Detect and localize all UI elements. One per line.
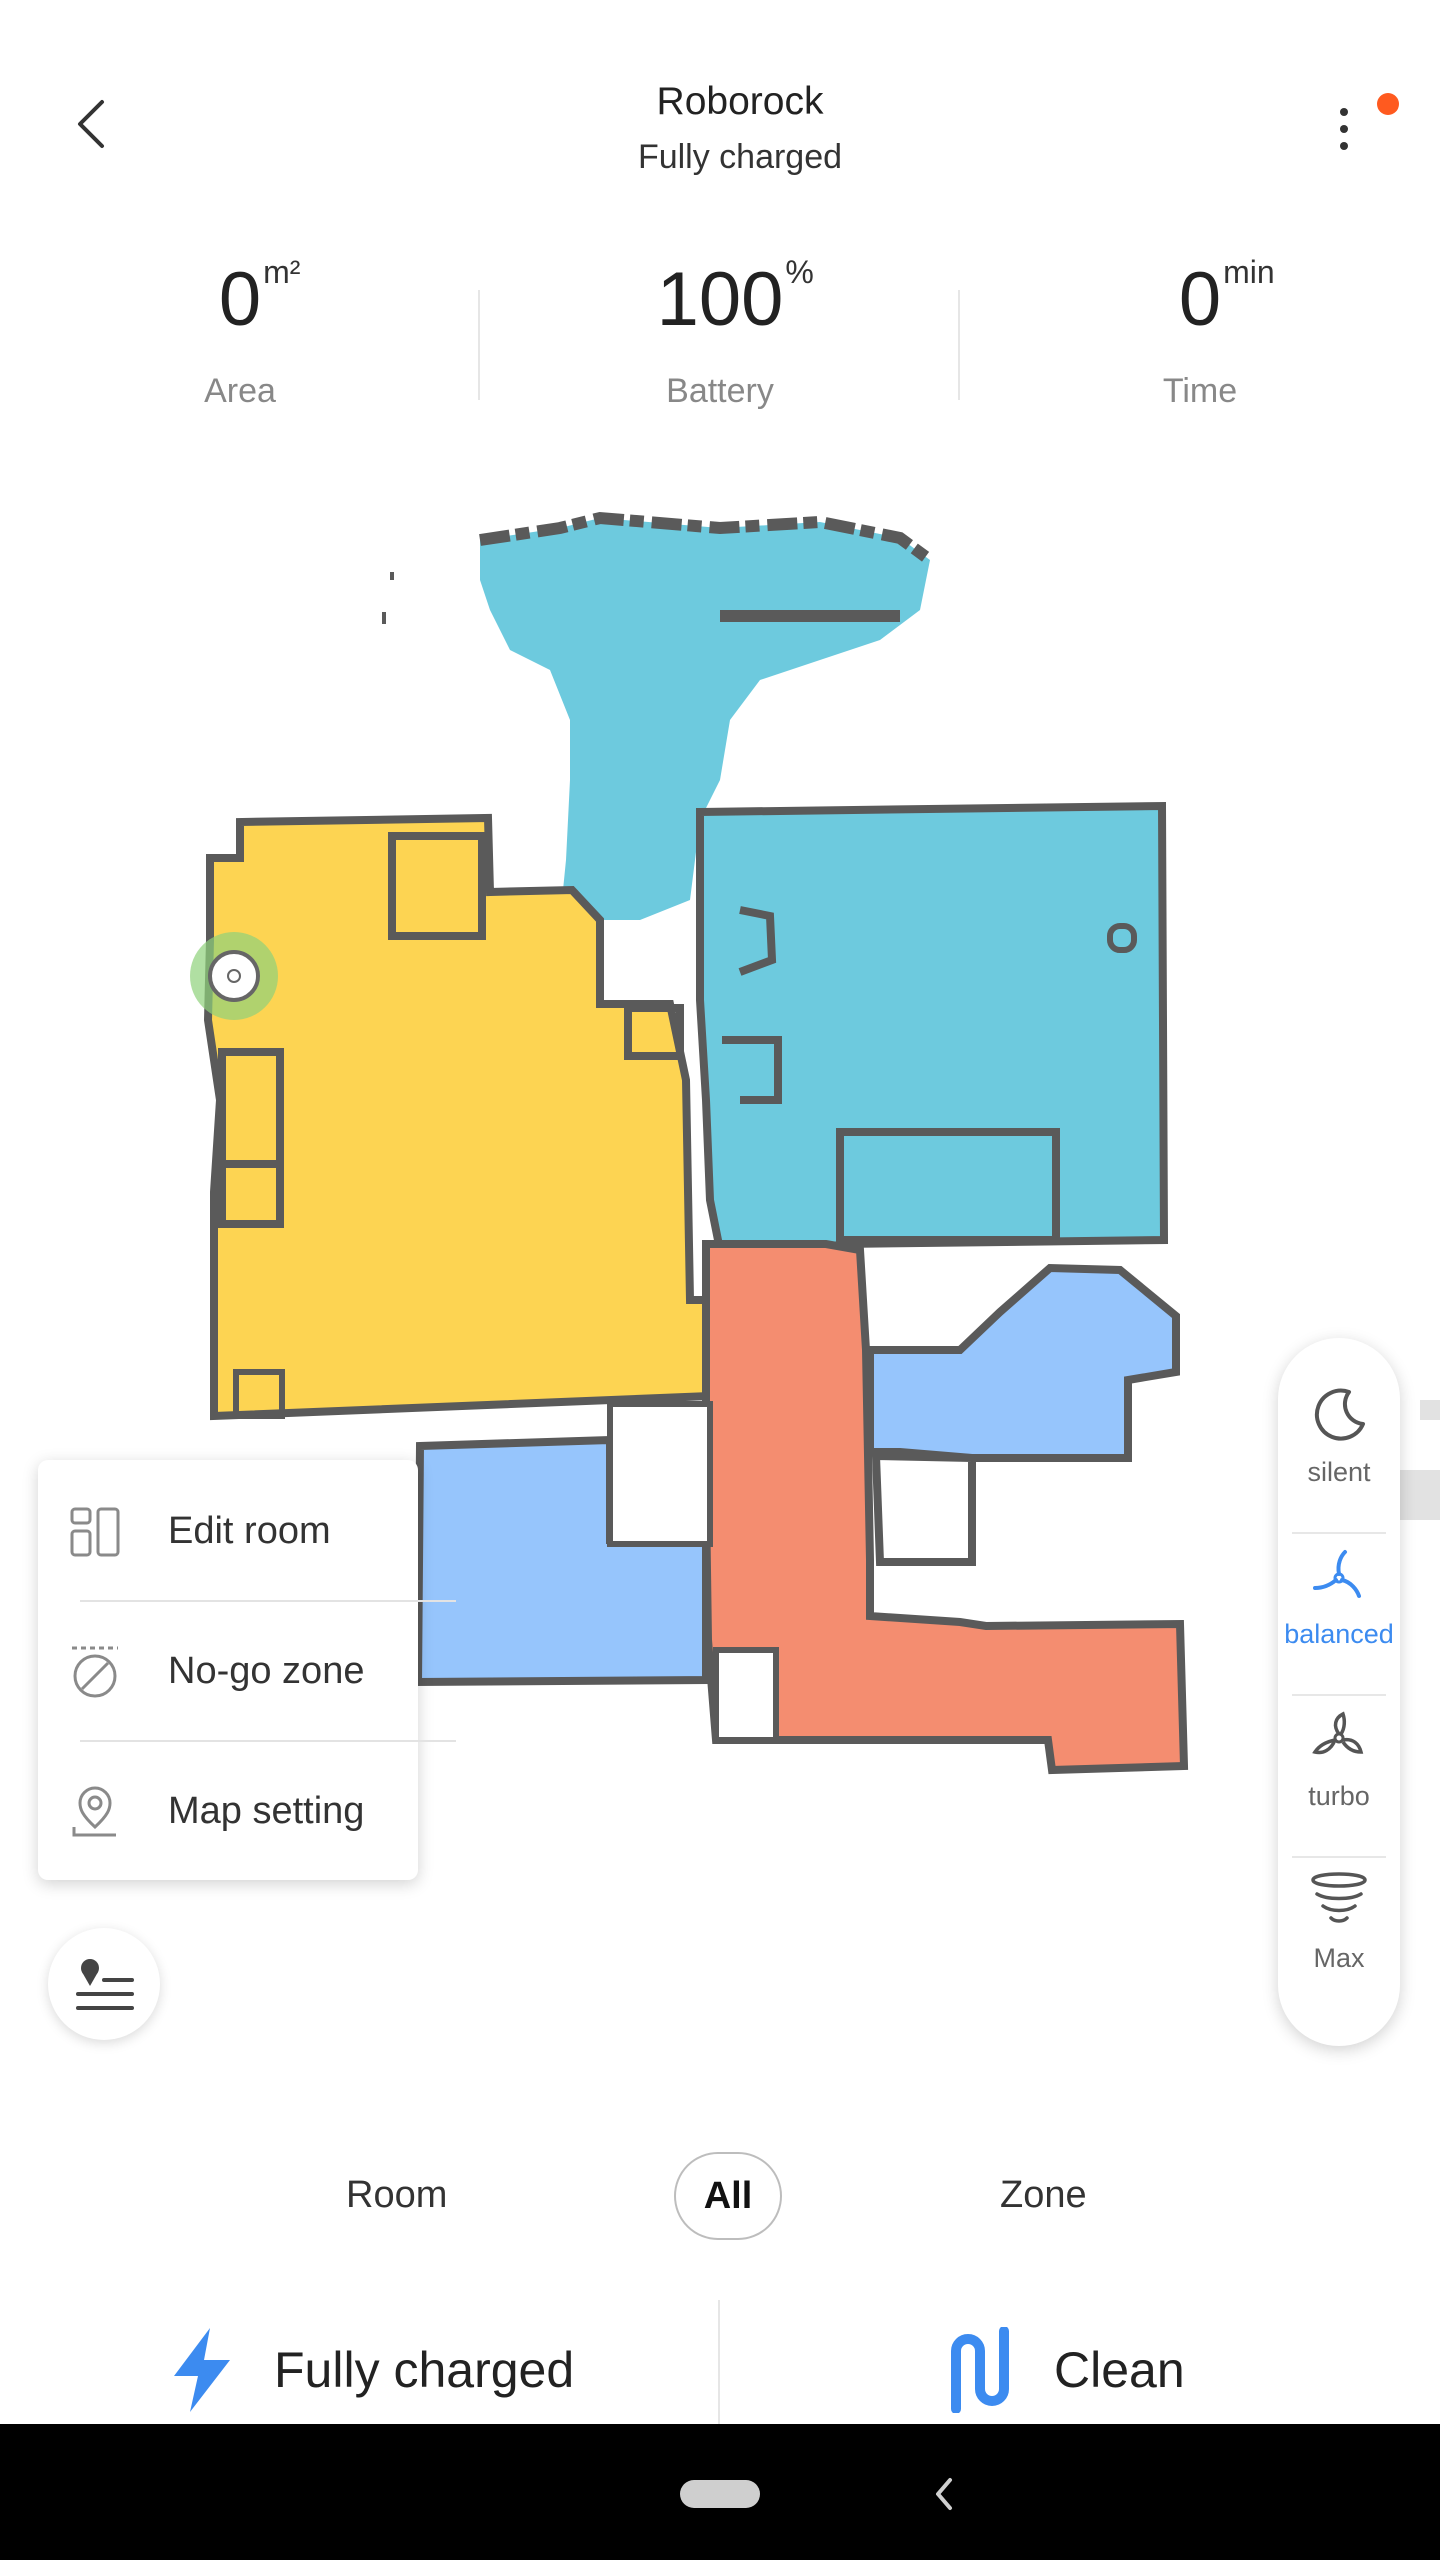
home-pill-button[interactable] <box>680 2480 760 2508</box>
stat-area-value: 0 m² <box>218 254 301 342</box>
nav-back-icon[interactable] <box>930 2474 958 2514</box>
more-vertical-icon <box>1340 108 1348 150</box>
suction-mode-balanced[interactable]: balanced <box>1278 1516 1400 1676</box>
action-divider <box>718 2300 720 2436</box>
suction-mode-turbo[interactable]: turbo <box>1278 1678 1400 1838</box>
menu-item-no-go-zone[interactable]: No-go zone <box>38 1600 418 1740</box>
stat-area-label: Area <box>204 372 276 410</box>
notification-dot <box>1377 93 1399 115</box>
stat-time-unit: min <box>1223 254 1275 290</box>
stat-time: 0 min Time <box>960 254 1440 411</box>
menu-label-no-go-zone: No-go zone <box>168 1650 365 1692</box>
stat-battery-unit: % <box>785 254 814 290</box>
suction-power-panel: silent balanced turbo Max <box>1278 1338 1400 2046</box>
device-status: Fully charged <box>637 138 843 176</box>
tornado-icon <box>1311 1872 1367 1923</box>
dock-label: Fully charged <box>274 2342 575 2398</box>
tab-all[interactable]: All <box>674 2152 782 2240</box>
stat-time-label: Time <box>1162 372 1238 410</box>
clean-path-icon <box>951 2327 1009 2413</box>
map-menu: Edit room No-go zone Map setting <box>38 1460 456 1880</box>
no-go-zone-icon <box>72 1646 118 1698</box>
suction-mode-silent[interactable]: silent <box>1278 1354 1400 1514</box>
room-cyan-large[interactable] <box>696 801 1169 1254</box>
menu-item-map-setting[interactable]: Map setting <box>38 1740 418 1880</box>
lightning-icon <box>174 2328 230 2412</box>
map-setting-icon <box>72 1786 116 1837</box>
suction-mode-max[interactable]: Max <box>1278 1840 1400 2000</box>
suction-label-balanced: balanced <box>1284 1619 1394 1649</box>
moon-icon <box>1314 1388 1365 1441</box>
dock-button[interactable]: Fully charged <box>168 2328 575 2412</box>
fan-turbo-icon <box>1312 1711 1364 1755</box>
edit-room-icon <box>70 1507 120 1557</box>
clean-button[interactable]: Clean <box>946 2327 1185 2413</box>
fan-icon <box>1313 1550 1361 1598</box>
map-list-icon <box>76 1959 134 2010</box>
room-light-blue-right[interactable] <box>866 1263 1180 1566</box>
stat-battery-value: 100% <box>656 254 814 342</box>
suction-label-silent: silent <box>1307 1457 1371 1487</box>
stat-time-value: 0 min <box>1178 254 1275 342</box>
clean-label: Clean <box>1054 2342 1185 2398</box>
tab-room[interactable]: Room <box>346 2174 447 2217</box>
more-options-button[interactable] <box>1316 96 1372 160</box>
suction-label-max: Max <box>1313 1943 1365 1973</box>
stat-area: 0 m² Area <box>0 254 480 411</box>
map-options-button[interactable] <box>48 1928 160 2040</box>
menu-item-edit-room[interactable]: Edit room <box>38 1460 418 1600</box>
stat-area-unit: m² <box>263 254 301 290</box>
stat-battery: 100% Battery <box>480 254 960 411</box>
device-title: Roborock <box>656 80 824 123</box>
stat-battery-label: Battery <box>666 372 774 410</box>
menu-label-map-setting: Map setting <box>168 1790 365 1832</box>
suction-label-turbo: turbo <box>1308 1781 1370 1811</box>
robot-position[interactable] <box>190 932 278 1020</box>
room-light-blue-left[interactable] <box>413 1401 713 1687</box>
tab-zone[interactable]: Zone <box>1000 2174 1087 2217</box>
menu-label-edit-room: Edit room <box>168 1510 331 1552</box>
